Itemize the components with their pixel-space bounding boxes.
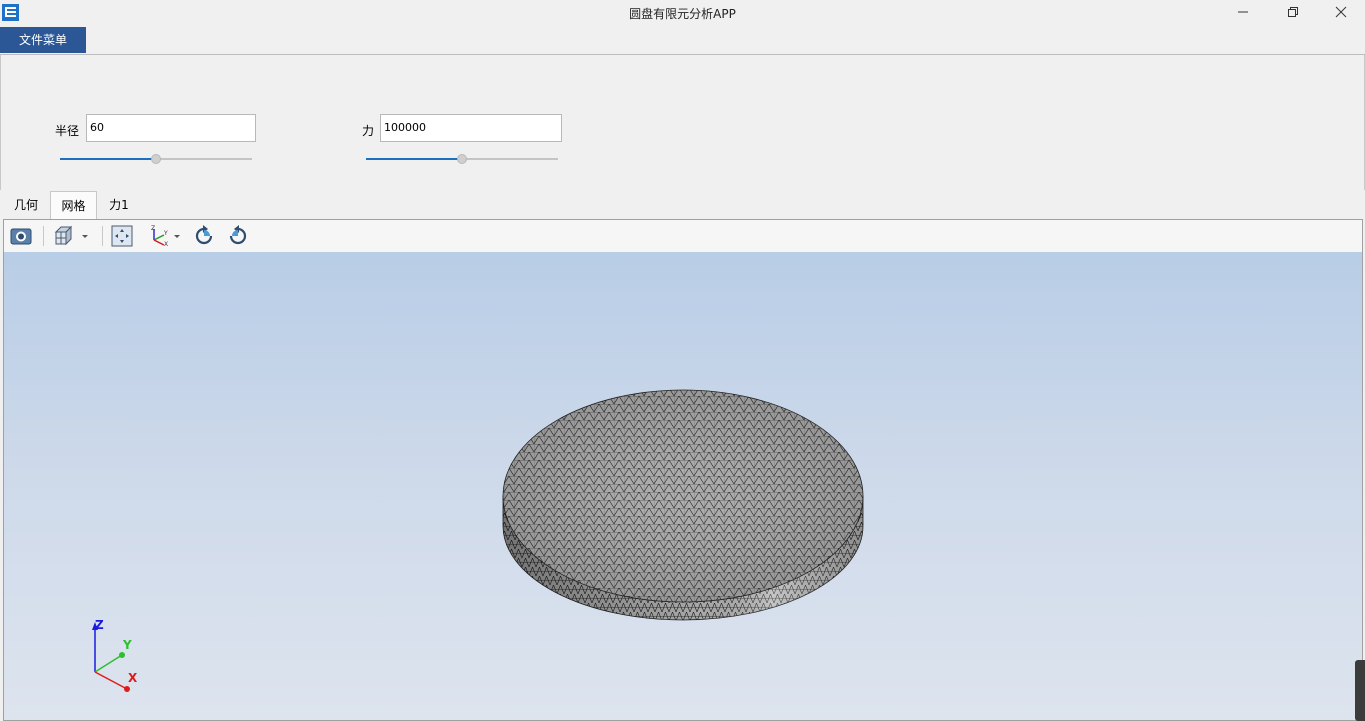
view-cube-icon[interactable] (52, 224, 76, 248)
svg-text:Y: Y (163, 230, 168, 237)
radius-label: 半径 (55, 124, 80, 138)
parameter-panel: 半径 60 力 100000 (0, 55, 1365, 190)
mesh-view (92, 389, 864, 692)
window-title: 圆盘有限元分析APP (629, 7, 736, 21)
rotate-right-icon[interactable] (226, 224, 250, 248)
view-dropdown-icon[interactable] (80, 224, 90, 248)
graphics-viewport: Z Y X Z Y X (3, 219, 1363, 721)
side-handle[interactable] (1355, 660, 1365, 721)
file-menu-button[interactable]: 文件菜单 (0, 27, 86, 53)
axis-triad (92, 622, 130, 692)
3d-canvas[interactable]: Z Y X (4, 252, 1362, 720)
axis-z-label: Z (95, 618, 104, 632)
title-bar: 圆盘有限元分析APP (0, 0, 1365, 25)
force-input[interactable]: 100000 (380, 114, 562, 142)
close-button[interactable] (1318, 0, 1364, 25)
close-icon (1335, 6, 1347, 18)
rotate-left-icon[interactable] (192, 224, 216, 248)
radius-input[interactable]: 60 (86, 114, 256, 142)
svg-text:X: X (164, 241, 168, 248)
minimize-icon (1238, 11, 1248, 13)
minimize-button[interactable] (1220, 0, 1266, 25)
axes-orientation-icon[interactable]: Z Y X (146, 224, 170, 248)
tab-bar: 几何 网格 力1 (0, 191, 1365, 219)
radius-slider[interactable] (60, 153, 252, 165)
restore-button[interactable] (1270, 0, 1316, 25)
axis-x-label: X (128, 671, 138, 685)
force-slider[interactable] (366, 153, 558, 165)
camera-icon[interactable] (9, 224, 33, 248)
tab-force1[interactable]: 力1 (99, 191, 139, 219)
force-slider-thumb[interactable] (457, 154, 467, 164)
force-label: 力 (362, 124, 375, 138)
graphics-toolbar: Z Y X (4, 220, 1362, 253)
svg-text:Z: Z (151, 225, 155, 232)
axis-y-label: Y (123, 638, 132, 652)
axes-dropdown-icon[interactable] (172, 224, 182, 248)
restore-icon (1288, 7, 1298, 17)
tab-geometry[interactable]: 几何 (4, 191, 48, 219)
menu-bar: 文件菜单 (0, 25, 1365, 55)
disc-mesh (502, 389, 864, 621)
tab-mesh[interactable]: 网格 (50, 191, 97, 219)
radius-slider-thumb[interactable] (151, 154, 161, 164)
zoom-extents-icon[interactable] (110, 224, 134, 248)
